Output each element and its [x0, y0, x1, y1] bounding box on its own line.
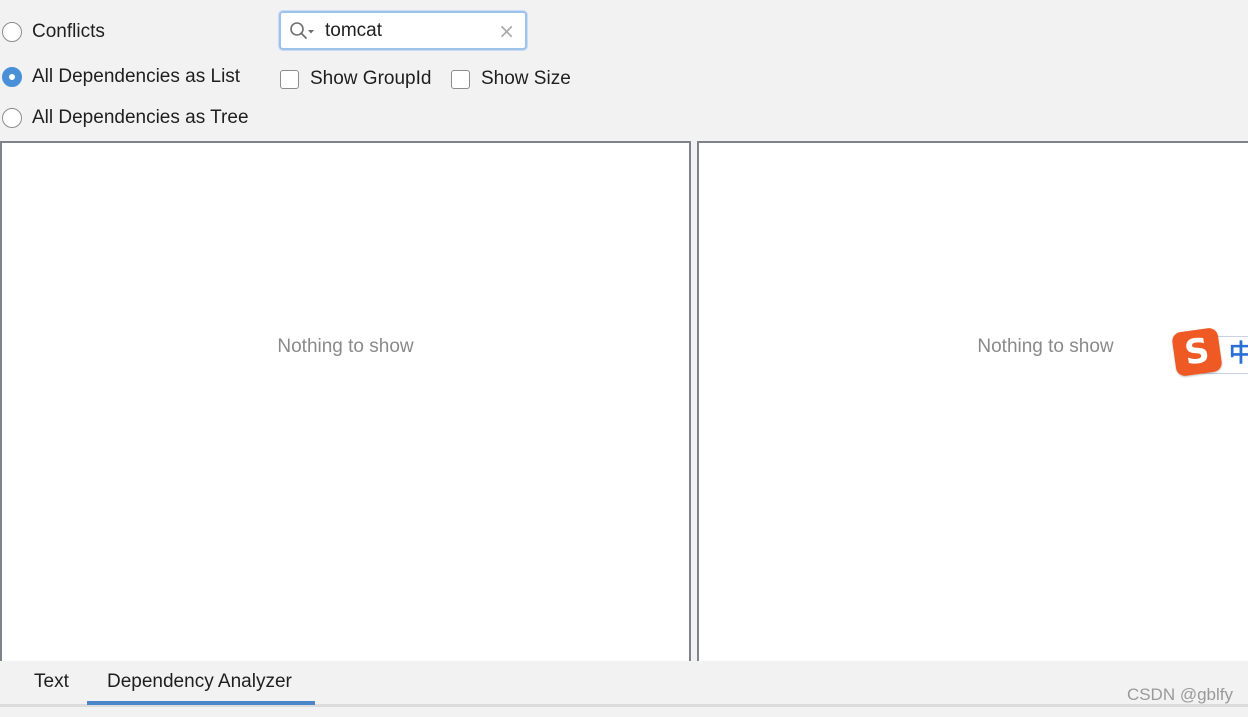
- show-groupid-option[interactable]: Show GroupId: [280, 66, 431, 92]
- radio-conflicts-label: Conflicts: [32, 21, 105, 42]
- radio-all-dependencies-tree-circle[interactable]: [2, 108, 22, 128]
- search-field[interactable]: ×: [279, 11, 527, 50]
- radio-all-dependencies-tree[interactable]: All Dependencies as Tree: [2, 105, 249, 131]
- show-size-label: Show Size: [481, 68, 571, 89]
- tab-dependency-analyzer[interactable]: Dependency Analyzer: [107, 671, 292, 693]
- dependency-details-panel[interactable]: Nothing to show: [697, 141, 1248, 661]
- search-input[interactable]: [325, 18, 485, 44]
- radio-all-dependencies-tree-label: All Dependencies as Tree: [32, 107, 249, 128]
- show-groupid-label: Show GroupId: [310, 68, 432, 89]
- radio-conflicts[interactable]: Conflicts: [2, 19, 105, 45]
- bottom-tab-bar: Text Dependency Analyzer CSDN @gblfy: [0, 661, 1248, 717]
- show-groupid-checkbox[interactable]: [280, 69, 299, 89]
- active-tab-indicator: [87, 701, 315, 705]
- dependencies-list-panel[interactable]: Nothing to show: [0, 141, 691, 661]
- search-icon[interactable]: [289, 21, 315, 41]
- radio-all-dependencies-list-label: All Dependencies as List: [32, 66, 241, 87]
- radio-all-dependencies-list-circle[interactable]: [2, 67, 22, 87]
- show-size-option[interactable]: Show Size: [451, 66, 571, 92]
- radio-all-dependencies-list[interactable]: All Dependencies as List: [2, 64, 240, 90]
- ime-logo-icon[interactable]: S: [1171, 327, 1223, 377]
- show-size-checkbox[interactable]: [451, 69, 470, 89]
- tab-text[interactable]: Text: [34, 671, 69, 693]
- left-empty-text: Nothing to show: [277, 336, 414, 357]
- clear-icon[interactable]: ×: [498, 19, 515, 43]
- ime-toolbar[interactable]: 中 S: [1171, 327, 1248, 377]
- ime-mode-indicator[interactable]: 中: [1229, 338, 1248, 368]
- watermark: CSDN @gblfy: [1126, 685, 1233, 704]
- right-empty-text: Nothing to show: [977, 336, 1114, 357]
- radio-conflicts-circle[interactable]: [2, 22, 22, 42]
